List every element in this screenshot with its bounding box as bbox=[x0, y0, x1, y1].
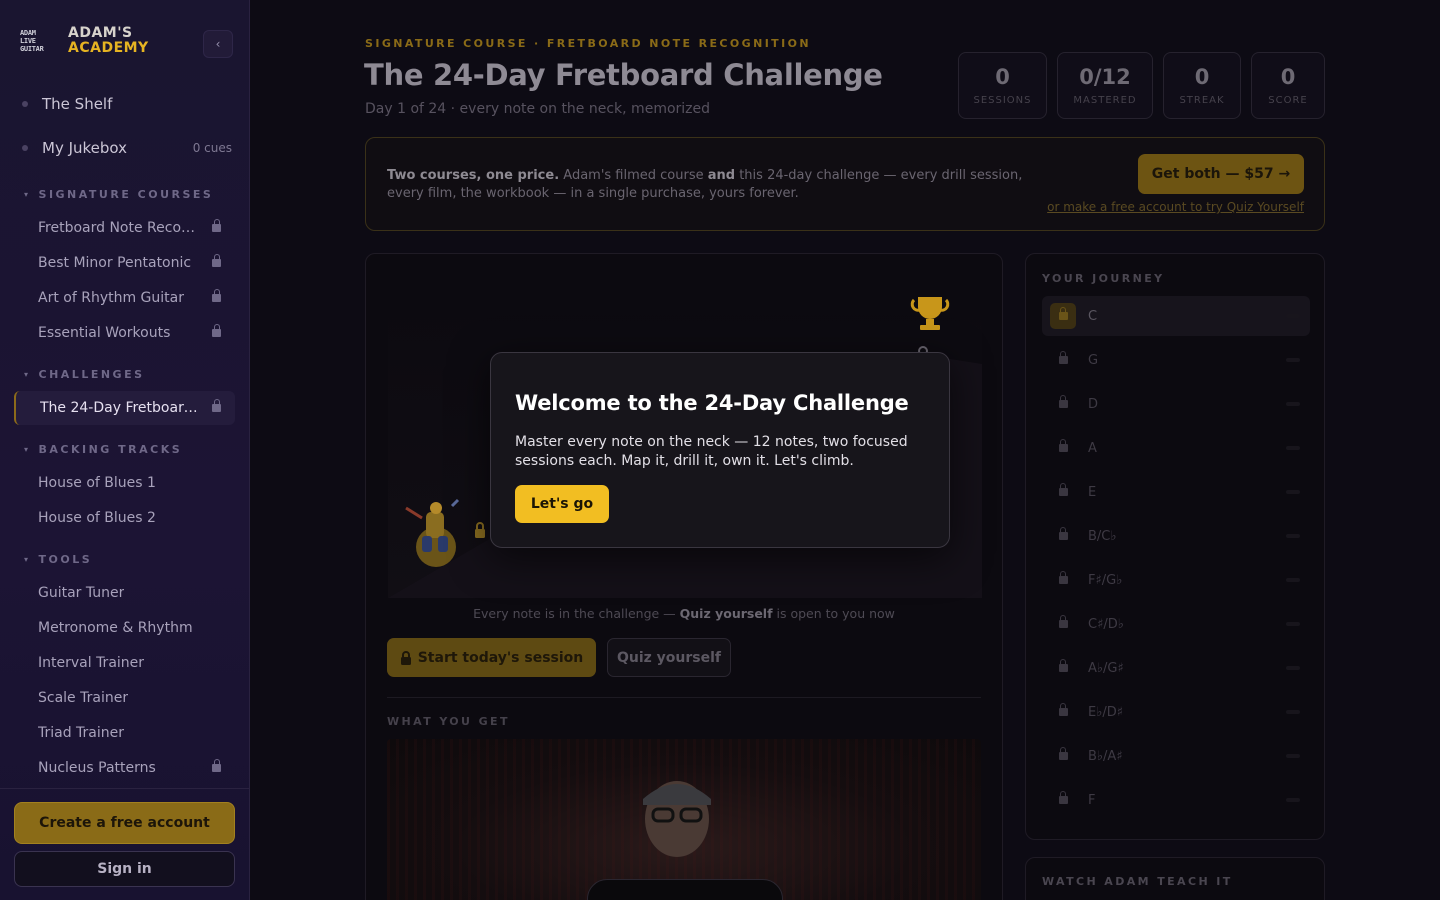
brand-logo: ADAM LIVE GUITAR bbox=[20, 29, 44, 53]
lock-icon bbox=[1050, 743, 1076, 769]
course-eyebrow: SIGNATURE COURSE · FRETBOARD NOTE RECOGN… bbox=[365, 37, 811, 50]
lock-icon bbox=[1050, 787, 1076, 813]
promo-text: Two courses, one price. Adam's filmed co… bbox=[387, 168, 1023, 201]
lock-icon bbox=[212, 254, 221, 267]
section-tools[interactable]: ▾ TOOLS bbox=[24, 553, 92, 566]
sidebar-item-jukebox[interactable]: My Jukebox 0 cues bbox=[22, 139, 232, 157]
sidebar-item-scale-trainer[interactable]: Scale Trainer bbox=[14, 681, 235, 715]
journey-note-c[interactable]: C bbox=[1042, 296, 1310, 336]
collapse-sidebar-button[interactable]: ‹ bbox=[203, 30, 233, 58]
chevron-down-icon: ▾ bbox=[24, 555, 31, 564]
free-account-link[interactable]: or make a free account to try Quiz Yours… bbox=[1047, 200, 1304, 214]
challenge-card: Every note is in the challenge — Quiz yo… bbox=[365, 253, 1003, 900]
lock-icon bbox=[1050, 435, 1076, 461]
sidebar-item-shelf[interactable]: The Shelf bbox=[22, 95, 232, 113]
lock-icon bbox=[1050, 303, 1076, 329]
journey-note-d[interactable]: D bbox=[1042, 384, 1310, 424]
modal-body: Master every note on the neck — 12 notes… bbox=[515, 434, 908, 469]
journey-note-b[interactable]: B/C♭ bbox=[1042, 516, 1310, 556]
brand-name: ADAM'S ACADEMY bbox=[68, 25, 149, 56]
section-signature-courses[interactable]: ▾ SIGNATURE COURSES bbox=[24, 188, 213, 201]
create-account-button[interactable]: Create a free account bbox=[14, 802, 235, 844]
lock-icon bbox=[1050, 611, 1076, 637]
sidebar-item-fretboard-note[interactable]: Fretboard Note Recog... bbox=[14, 211, 235, 245]
intro-video[interactable] bbox=[387, 739, 981, 900]
journey-note-g[interactable]: G bbox=[1042, 340, 1310, 380]
lock-icon bbox=[1050, 567, 1076, 593]
start-session-button[interactable]: Start today's session bbox=[387, 638, 596, 677]
journey-note-f-sharp[interactable]: F♯/G♭ bbox=[1042, 560, 1310, 600]
get-both-button[interactable]: Get both — $57 → bbox=[1138, 154, 1304, 194]
stat-sessions: 0 SESSIONS bbox=[958, 52, 1047, 119]
chevron-left-icon: ‹ bbox=[215, 37, 221, 51]
journey-heading: YOUR JOURNEY bbox=[1042, 272, 1165, 285]
brand[interactable]: ADAM LIVE GUITAR ADAM'S ACADEMY bbox=[20, 26, 149, 56]
sidebar-item-minor-pentatonic[interactable]: Best Minor Pentatonic bbox=[14, 246, 235, 280]
sidebar-item-house-of-blues-1[interactable]: House of Blues 1 bbox=[14, 466, 235, 500]
lock-icon bbox=[1050, 655, 1076, 681]
trophy-icon bbox=[910, 297, 950, 330]
divider bbox=[387, 697, 981, 698]
journey-note-a[interactable]: A bbox=[1042, 428, 1310, 468]
modal-title: Welcome to the 24-Day Challenge bbox=[515, 391, 909, 415]
bullet-icon bbox=[22, 145, 28, 151]
sidebar-item-metronome[interactable]: Metronome & Rhythm bbox=[14, 611, 235, 645]
lock-icon bbox=[212, 399, 221, 412]
section-backing-tracks[interactable]: ▾ BACKING TRACKS bbox=[24, 443, 182, 456]
lock-icon bbox=[212, 324, 221, 337]
lock-icon bbox=[400, 650, 411, 665]
watch-heading: WATCH ADAM TEACH IT bbox=[1042, 875, 1233, 888]
sidebar-item-rhythm-guitar[interactable]: Art of Rhythm Guitar bbox=[14, 281, 235, 315]
journey-note-e[interactable]: E bbox=[1042, 472, 1310, 512]
section-challenges[interactable]: ▾ CHALLENGES bbox=[24, 368, 145, 381]
lock-icon bbox=[1050, 699, 1076, 725]
journey-note-e-flat[interactable]: E♭/D♯ bbox=[1042, 692, 1310, 732]
chevron-down-icon: ▾ bbox=[24, 445, 31, 454]
sidebar-item-interval-trainer[interactable]: Interval Trainer bbox=[14, 646, 235, 680]
quiz-hint: Every note is in the challenge — Quiz yo… bbox=[473, 606, 895, 621]
journey-note-a-flat[interactable]: A♭/G♯ bbox=[1042, 648, 1310, 688]
stat-mastered: 0/12 MASTERED bbox=[1057, 52, 1153, 119]
sidebar-item-triad-trainer[interactable]: Triad Trainer bbox=[14, 716, 235, 750]
bullet-icon bbox=[22, 101, 28, 107]
page-title: The 24-Day Fretboard Challenge bbox=[364, 58, 883, 92]
bundle-promo: Two courses, one price. Adam's filmed co… bbox=[365, 137, 1325, 231]
sidebar-item-24-day-challenge[interactable]: The 24-Day Fretboard ... bbox=[14, 391, 235, 425]
what-you-get-heading: WHAT YOU GET bbox=[387, 715, 510, 728]
welcome-modal: Welcome to the 24-Day Challenge Master e… bbox=[490, 352, 950, 548]
chevron-down-icon: ▾ bbox=[24, 190, 31, 199]
stat-streak: 0 STREAK bbox=[1163, 52, 1241, 119]
lock-icon bbox=[1050, 479, 1076, 505]
sidebar-footer: Create a free account Sign in bbox=[0, 788, 250, 900]
stat-score: 0 SCORE bbox=[1251, 52, 1325, 119]
journey-note-b-flat[interactable]: B♭/A♯ bbox=[1042, 736, 1310, 776]
lock-icon bbox=[1050, 391, 1076, 417]
lock-icon bbox=[1050, 347, 1076, 373]
sidebar-item-house-of-blues-2[interactable]: House of Blues 2 bbox=[14, 501, 235, 535]
quiz-yourself-button[interactable]: Quiz yourself bbox=[607, 638, 731, 677]
lock-icon bbox=[1050, 523, 1076, 549]
journey-card: YOUR JOURNEY C G D A E B/C♭ F♯/G♭ C♯/D♭ … bbox=[1025, 253, 1325, 840]
lock-icon bbox=[475, 522, 485, 538]
lets-go-button[interactable]: Let's go bbox=[515, 485, 609, 523]
sign-in-button[interactable]: Sign in bbox=[14, 851, 235, 887]
sidebar-item-guitar-tuner[interactable]: Guitar Tuner bbox=[14, 576, 235, 610]
watch-card: WATCH ADAM TEACH IT bbox=[1025, 857, 1325, 900]
lock-icon bbox=[212, 219, 221, 232]
page-subtitle: Day 1 of 24 · every note on the neck, me… bbox=[365, 101, 711, 117]
sidebar: ADAM LIVE GUITAR ADAM'S ACADEMY ‹ The Sh… bbox=[0, 0, 250, 900]
climber-icon bbox=[405, 498, 460, 567]
journey-note-c-sharp[interactable]: C♯/D♭ bbox=[1042, 604, 1310, 644]
lock-icon bbox=[212, 289, 221, 302]
chevron-down-icon: ▾ bbox=[24, 370, 31, 379]
sidebar-item-nucleus-patterns[interactable]: Nucleus Patterns bbox=[14, 751, 235, 785]
jukebox-count: 0 cues bbox=[192, 141, 232, 155]
sidebar-item-essential-workouts[interactable]: Essential Workouts bbox=[14, 316, 235, 350]
lock-icon bbox=[212, 759, 221, 772]
journey-note-f[interactable]: F bbox=[1042, 780, 1310, 820]
play-button[interactable] bbox=[587, 879, 783, 900]
